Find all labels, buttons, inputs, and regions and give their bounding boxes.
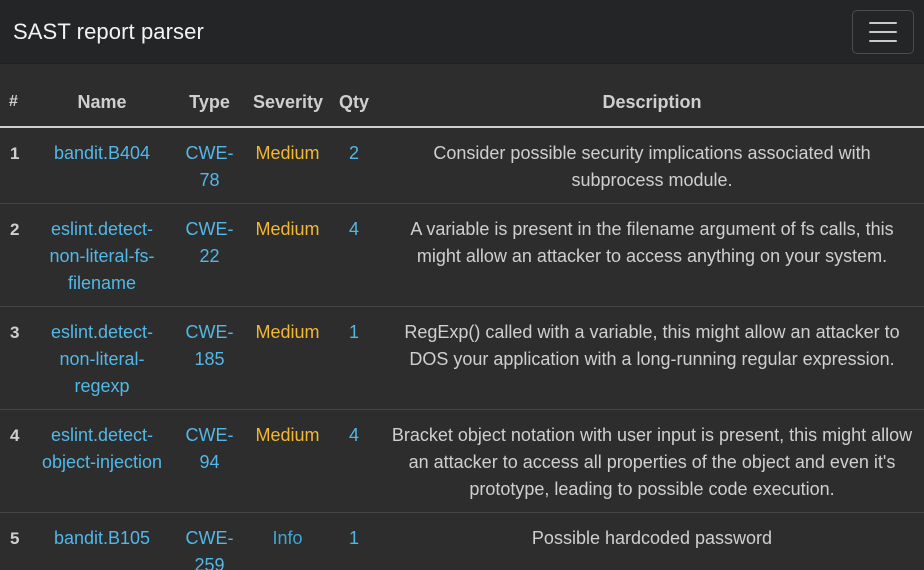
table-row: 1 bandit.B404 CWE-78 Medium 2 Consider p… bbox=[0, 127, 924, 204]
column-header-number: # bbox=[0, 78, 32, 128]
cwe-link[interactable]: CWE-22 bbox=[172, 203, 247, 307]
cwe-link[interactable]: CWE-78 bbox=[172, 127, 247, 204]
rule-name-link[interactable]: eslint.detect-non-literal-fs-filename bbox=[32, 203, 172, 307]
rule-name-link[interactable]: bandit.B105 bbox=[32, 512, 172, 570]
table-row: 5 bandit.B105 CWE-259 Info 1 Possible ha… bbox=[0, 512, 924, 570]
row-number: 3 bbox=[0, 306, 32, 410]
rule-name-link[interactable]: bandit.B404 bbox=[32, 127, 172, 204]
hamburger-menu-icon bbox=[869, 21, 897, 24]
navbar-brand[interactable]: SAST report parser bbox=[13, 19, 204, 45]
table-row: 4 eslint.detect-object-injection CWE-94 … bbox=[0, 409, 924, 513]
table-row: 2 eslint.detect-non-literal-fs-filename … bbox=[0, 203, 924, 307]
rule-name-link[interactable]: eslint.detect-non-literal-regexp bbox=[32, 306, 172, 410]
severity-label: Medium bbox=[255, 143, 320, 163]
row-number: 4 bbox=[0, 409, 32, 513]
severity-label: Medium bbox=[247, 306, 328, 410]
row-number: 2 bbox=[0, 203, 32, 307]
description-text: Consider possible security implications … bbox=[433, 143, 871, 190]
hamburger-menu-icon bbox=[869, 39, 897, 42]
description-text: Bracket object notation with user input … bbox=[380, 409, 924, 513]
cwe-link[interactable]: CWE-94 bbox=[172, 409, 247, 513]
severity-label: Medium bbox=[247, 203, 328, 307]
navbar: SAST report parser bbox=[0, 0, 924, 64]
quantity-value: 1 bbox=[328, 512, 380, 570]
quantity-value: 4 bbox=[328, 409, 380, 513]
rule-name-link[interactable]: eslint.detect-object-injection bbox=[32, 409, 172, 513]
row-number: 5 bbox=[0, 512, 32, 570]
menu-toggle-button[interactable] bbox=[852, 9, 914, 54]
cwe-link[interactable]: CWE-185 bbox=[172, 306, 247, 410]
quantity-value: 2 bbox=[348, 143, 359, 163]
cwe-link[interactable]: CWE-259 bbox=[172, 512, 247, 570]
column-header-type: Type bbox=[172, 78, 247, 128]
column-header-name: Name bbox=[32, 78, 172, 128]
row-number: 1 bbox=[10, 144, 20, 163]
sast-results-table: # Name Type Severity Qty Description 1 b… bbox=[0, 78, 924, 570]
description-text: Possible hardcoded password bbox=[380, 512, 924, 570]
description-text: A variable is present in the filename ar… bbox=[380, 203, 924, 307]
description-text: RegExp() called with a variable, this mi… bbox=[380, 306, 924, 410]
column-header-qty: Qty bbox=[328, 78, 380, 128]
table-row: 3 eslint.detect-non-literal-regexp CWE-1… bbox=[0, 306, 924, 410]
severity-label: Info bbox=[247, 512, 328, 570]
quantity-value: 1 bbox=[328, 306, 380, 410]
quantity-value: 4 bbox=[328, 203, 380, 307]
table-header-row: # Name Type Severity Qty Description bbox=[0, 78, 924, 128]
column-header-severity: Severity bbox=[247, 78, 328, 128]
hamburger-menu-icon bbox=[869, 30, 897, 33]
column-header-description: Description bbox=[380, 78, 924, 128]
severity-label: Medium bbox=[247, 409, 328, 513]
